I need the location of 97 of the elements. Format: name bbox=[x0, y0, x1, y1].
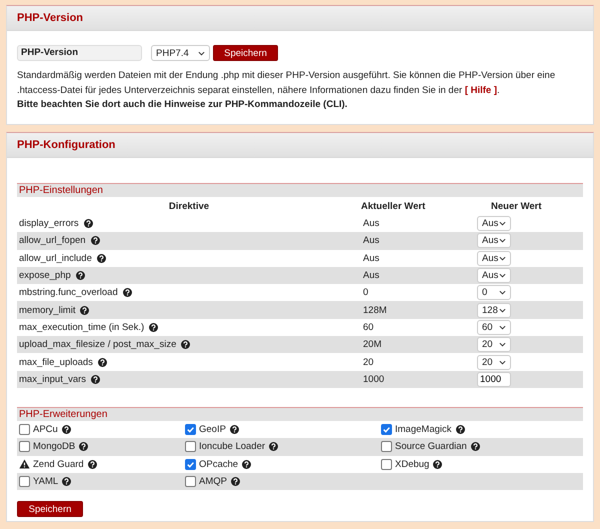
info-text: Standardmäßig werden Dateien mit der Endung .php mit dieser PHP-Version ausgeführt. Sie können die PHP-Version über eine .htaccess-Datei für jedes Unterverzeichnis separat einstellen, nähere Informationen dazu finden Sie in der [ Hilfe ]. bbox=[17, 69, 556, 98]
caret-icon bbox=[499, 238, 506, 244]
directive-name: memory_limit bbox=[19, 304, 76, 316]
value-select[interactable]: Aus bbox=[477, 250, 511, 266]
checkbox[interactable] bbox=[185, 441, 196, 452]
help-icon[interactable] bbox=[79, 442, 88, 452]
help-icon[interactable] bbox=[149, 322, 158, 332]
checkbox[interactable] bbox=[185, 476, 196, 487]
caret-icon bbox=[499, 324, 506, 330]
directive-name: allow_url_include bbox=[19, 252, 92, 264]
current-value: 20 bbox=[363, 356, 375, 368]
current-value: 1000 bbox=[363, 374, 386, 385]
save-button[interactable]: Speichern bbox=[213, 45, 278, 61]
caret-icon bbox=[198, 50, 205, 56]
help-icon[interactable] bbox=[90, 236, 100, 246]
caret-icon bbox=[499, 290, 506, 296]
help-icon[interactable] bbox=[122, 288, 132, 298]
directive-name: max_file_uploads bbox=[19, 356, 93, 368]
current-value: 128M bbox=[363, 304, 388, 316]
help-icon[interactable] bbox=[62, 425, 71, 434]
value-select[interactable]: Aus bbox=[477, 233, 511, 248]
checkbox[interactable] bbox=[185, 424, 196, 436]
extension-label: GeoIP bbox=[199, 424, 226, 436]
help-icon[interactable] bbox=[230, 425, 239, 434]
help-icon[interactable] bbox=[76, 271, 85, 280]
help-icon[interactable] bbox=[96, 254, 106, 263]
section-title: PHP-Einstellungen bbox=[19, 185, 103, 196]
note-text: Bitte beachten Sie dort auch die Hinweise zur PHP-Kommandozeile (CLI). bbox=[17, 98, 348, 112]
extension-label: ImageMagick bbox=[395, 424, 452, 436]
checkbox[interactable] bbox=[381, 441, 392, 452]
extension-label: XDebug bbox=[395, 458, 430, 470]
current-value: Aus bbox=[363, 252, 380, 264]
panel-title: PHP-Version bbox=[17, 12, 84, 24]
checkbox[interactable] bbox=[381, 424, 392, 436]
directive-name: display_errors bbox=[19, 218, 79, 230]
directive-name: upload_max_filesize / post_max_size bbox=[19, 339, 176, 350]
version-select[interactable]: PHP7.4 bbox=[151, 45, 210, 61]
help-icon[interactable] bbox=[84, 219, 93, 228]
field-label: PHP-Version bbox=[17, 45, 142, 61]
directive-name: expose_php bbox=[19, 270, 71, 282]
help-icon[interactable] bbox=[181, 340, 190, 350]
column-header: Aktueller Wert bbox=[361, 200, 426, 212]
help-icon[interactable] bbox=[91, 374, 100, 384]
value-select[interactable]: 60 bbox=[477, 320, 511, 335]
current-value: Aus bbox=[363, 235, 380, 246]
extension-label: Source Guardian bbox=[395, 441, 467, 452]
value-select[interactable]: Aus bbox=[477, 268, 511, 284]
extension-label: APCu bbox=[33, 424, 58, 436]
save-button[interactable]: Speichern bbox=[17, 501, 83, 518]
caret-icon bbox=[499, 360, 506, 365]
checkbox[interactable] bbox=[19, 424, 30, 436]
current-value: Aus bbox=[363, 270, 380, 282]
checkbox[interactable] bbox=[185, 458, 196, 470]
extension-label: Zend Guard bbox=[33, 458, 84, 470]
column-header: Neuer Wert bbox=[490, 200, 543, 212]
directive-name: max_input_vars bbox=[19, 374, 86, 385]
extension-label: MongoDB bbox=[33, 441, 76, 452]
help-icon[interactable] bbox=[80, 306, 90, 315]
help-icon[interactable] bbox=[269, 442, 278, 452]
panel-title: PHP-Konfiguration bbox=[17, 139, 116, 151]
extension-label: YAML bbox=[33, 476, 58, 487]
caret-icon bbox=[499, 256, 506, 261]
checkbox[interactable] bbox=[19, 441, 30, 452]
directive-name: allow_url_fopen bbox=[19, 235, 86, 246]
help-icon[interactable] bbox=[456, 425, 464, 434]
caret-icon bbox=[499, 308, 506, 313]
help-link[interactable]: [ Hilfe ] bbox=[464, 84, 498, 96]
extension-label: Ioncube Loader bbox=[199, 441, 266, 452]
help-icon[interactable] bbox=[230, 477, 240, 486]
help-icon[interactable] bbox=[470, 442, 480, 452]
help-icon[interactable] bbox=[98, 358, 107, 367]
caret-icon bbox=[499, 273, 506, 278]
current-value: Aus bbox=[363, 218, 380, 230]
current-value: 0 bbox=[363, 287, 370, 298]
caret-icon bbox=[499, 221, 506, 226]
column-header: Direktive bbox=[168, 200, 210, 212]
checkbox[interactable] bbox=[19, 476, 30, 487]
value-select[interactable]: 0 bbox=[477, 285, 511, 300]
directive-name: max_execution_time (in Sek.) bbox=[19, 322, 144, 333]
help-icon[interactable] bbox=[88, 460, 97, 469]
value-select[interactable]: 128 bbox=[477, 302, 511, 318]
value-select[interactable]: 20 bbox=[477, 354, 511, 370]
extension-label: OPcache bbox=[199, 458, 238, 470]
caret-icon bbox=[499, 342, 506, 348]
help-icon[interactable] bbox=[242, 460, 252, 469]
value-input[interactable]: 1000 bbox=[477, 372, 511, 387]
checkbox[interactable] bbox=[381, 458, 392, 470]
extension-label: AMQP bbox=[199, 476, 227, 487]
current-value: 20M bbox=[363, 339, 382, 350]
current-value: 60 bbox=[363, 322, 375, 333]
value-select[interactable]: 20 bbox=[477, 337, 511, 352]
section-title: PHP-Erweiterungen bbox=[19, 408, 108, 420]
value-select[interactable]: Aus bbox=[477, 216, 511, 232]
directive-name: mbstring.func_overload bbox=[19, 287, 118, 298]
warning-icon bbox=[19, 459, 30, 470]
help-icon[interactable] bbox=[62, 477, 72, 486]
help-icon[interactable] bbox=[433, 460, 442, 469]
